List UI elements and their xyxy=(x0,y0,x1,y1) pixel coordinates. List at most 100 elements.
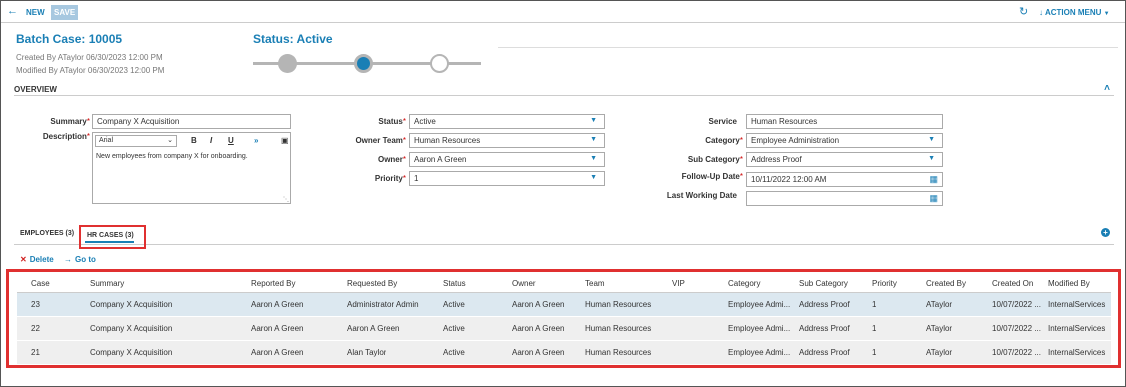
collapse-icon[interactable]: ˄ xyxy=(1104,83,1110,94)
hr-cases-grid: Case Summary Reported By Requested By St… xyxy=(6,269,1121,368)
tab-employees[interactable]: EMPLOYEES (3) xyxy=(20,230,74,237)
cell-summary: Company X Acquisition xyxy=(90,324,173,333)
cell-team: Human Resources xyxy=(585,348,652,357)
more-tools-button[interactable]: » xyxy=(254,136,258,145)
cell-reported-by: Aaron A Green xyxy=(251,324,304,333)
follow-up-date-label: Follow-Up Date* xyxy=(681,172,743,181)
owner-team-select[interactable]: Human Resources ▼ xyxy=(409,133,605,148)
description-text: New employees from company X for onboard… xyxy=(96,153,248,160)
stepper-step-pending[interactable] xyxy=(430,54,449,73)
fullscreen-icon[interactable]: ▣ xyxy=(281,136,289,145)
new-button[interactable]: NEW xyxy=(26,8,45,17)
dropdown-caret-icon: ▼ xyxy=(928,155,935,162)
last-working-date-label: Last Working Date xyxy=(666,191,737,200)
follow-up-date-input[interactable]: 10/11/2022 12:00 AM ▦ xyxy=(746,172,943,187)
cell-sub-category: Address Proof xyxy=(799,300,850,309)
table-row[interactable]: 22 Company X Acquisition Aaron A Green A… xyxy=(17,317,1111,340)
bold-button[interactable]: B xyxy=(191,136,197,145)
cell-created-by: ATaylor xyxy=(926,300,953,309)
underline-button[interactable]: U xyxy=(228,136,234,145)
column-header-summary[interactable]: Summary xyxy=(90,279,124,288)
dropdown-caret-icon: ▼ xyxy=(590,117,597,124)
cell-case: 22 xyxy=(31,324,40,333)
cell-priority: 1 xyxy=(872,300,877,309)
back-arrow-icon[interactable]: ← xyxy=(7,5,18,17)
cell-created-by: ATaylor xyxy=(926,324,953,333)
follow-up-date-value: 10/11/2022 12:00 AM xyxy=(751,175,827,184)
sub-category-select[interactable]: Address Proof ▼ xyxy=(746,152,943,167)
column-header-category[interactable]: Category xyxy=(728,279,760,288)
last-working-date-input[interactable]: ▦ xyxy=(746,191,943,206)
cell-status: Active xyxy=(443,324,465,333)
created-by-text: Created By ATaylor 06/30/2023 12:00 PM xyxy=(16,53,163,62)
action-menu-label: ACTION MENU xyxy=(1044,8,1102,17)
description-editor[interactable]: Arial ⌄ B I U » ▣ New employees from com… xyxy=(92,132,291,204)
cell-status: Active xyxy=(443,348,465,357)
table-header: Case Summary Reported By Requested By St… xyxy=(17,274,1111,293)
summary-input[interactable]: Company X Acquisition xyxy=(92,114,291,129)
cell-owner: Aaron A Green xyxy=(512,348,565,357)
column-header-team[interactable]: Team xyxy=(585,279,605,288)
delete-button[interactable]: ✕ Delete xyxy=(20,255,54,264)
cell-modified-by: InternalServices xyxy=(1048,324,1106,333)
refresh-icon[interactable]: ↻ xyxy=(1019,5,1028,18)
service-label: Service xyxy=(708,117,737,126)
overview-section-header[interactable]: OVERVIEW ˄ xyxy=(14,83,1114,96)
modified-by-text: Modified By ATaylor 06/30/2023 12:00 PM xyxy=(16,66,165,75)
priority-select[interactable]: 1 ▼ xyxy=(409,171,605,186)
status-value: Active xyxy=(414,117,436,126)
sub-category-value: Address Proof xyxy=(751,155,802,164)
description-label: Description* xyxy=(42,132,90,141)
chevron-down-icon: ▼ xyxy=(1103,11,1110,17)
column-header-priority[interactable]: Priority xyxy=(872,279,897,288)
column-header-case[interactable]: Case xyxy=(31,279,50,288)
goto-label: Go to xyxy=(75,255,96,264)
stepper-step-current[interactable] xyxy=(354,54,373,73)
tab-hr-cases[interactable]: HR CASES (3) xyxy=(79,225,146,249)
service-input[interactable]: Human Resources xyxy=(746,114,943,129)
category-label: Category* xyxy=(705,136,743,145)
column-header-created-by[interactable]: Created By xyxy=(926,279,966,288)
stepper-step-completed[interactable] xyxy=(278,54,297,73)
goto-button[interactable]: → Go to xyxy=(64,255,96,264)
column-header-vip[interactable]: VIP xyxy=(672,279,685,288)
cell-owner: Aaron A Green xyxy=(512,300,565,309)
status-label: Status* xyxy=(378,117,406,126)
owner-label: Owner* xyxy=(377,155,406,164)
action-menu-button[interactable]: ↓ ACTION MENU ▼ xyxy=(1039,8,1110,17)
calendar-icon[interactable]: ▦ xyxy=(929,193,938,204)
owner-team-label: Owner Team* xyxy=(355,136,406,145)
cell-modified-by: InternalServices xyxy=(1048,348,1106,357)
column-header-modified-by[interactable]: Modified By xyxy=(1048,279,1090,288)
column-header-requested-by[interactable]: Requested By xyxy=(347,279,397,288)
goto-arrow-icon: → xyxy=(64,255,72,264)
column-header-reported-by[interactable]: Reported By xyxy=(251,279,295,288)
cell-status: Active xyxy=(443,300,465,309)
font-select[interactable]: Arial ⌄ xyxy=(95,135,177,147)
italic-button[interactable]: I xyxy=(210,136,212,145)
column-header-created-on[interactable]: Created On xyxy=(992,279,1033,288)
status-select[interactable]: Active ▼ xyxy=(409,114,605,129)
calendar-icon[interactable]: ▦ xyxy=(929,174,938,185)
chevron-down-icon: ⌄ xyxy=(167,137,173,144)
tab-hr-cases-label: HR CASES (3) xyxy=(87,232,134,239)
resize-handle-icon[interactable]: ⋱ xyxy=(283,196,289,203)
category-select[interactable]: Employee Administration ▼ xyxy=(746,133,943,148)
add-icon[interactable]: + xyxy=(1101,228,1110,237)
column-header-sub-category[interactable]: Sub Category xyxy=(799,279,848,288)
cell-priority: 1 xyxy=(872,324,877,333)
column-header-owner[interactable]: Owner xyxy=(512,279,536,288)
font-select-value: Arial xyxy=(99,137,114,144)
cell-team: Human Resources xyxy=(585,300,652,309)
cell-owner: Aaron A Green xyxy=(512,324,565,333)
table-row[interactable]: 21 Company X Acquisition Aaron A Green A… xyxy=(17,341,1111,364)
tabs-divider xyxy=(14,244,1114,245)
sub-category-label: Sub Category* xyxy=(687,155,743,164)
owner-select[interactable]: Aaron A Green ▼ xyxy=(409,152,605,167)
column-header-status[interactable]: Status xyxy=(443,279,466,288)
save-button[interactable]: SAVE xyxy=(51,5,79,20)
cell-created-on: 10/07/2022 ... xyxy=(992,300,1041,309)
status-title: Status: Active xyxy=(253,32,333,46)
table-row[interactable]: 23 Company X Acquisition Aaron A Green A… xyxy=(17,293,1111,316)
page-title: Batch Case: 10005 xyxy=(16,32,123,46)
